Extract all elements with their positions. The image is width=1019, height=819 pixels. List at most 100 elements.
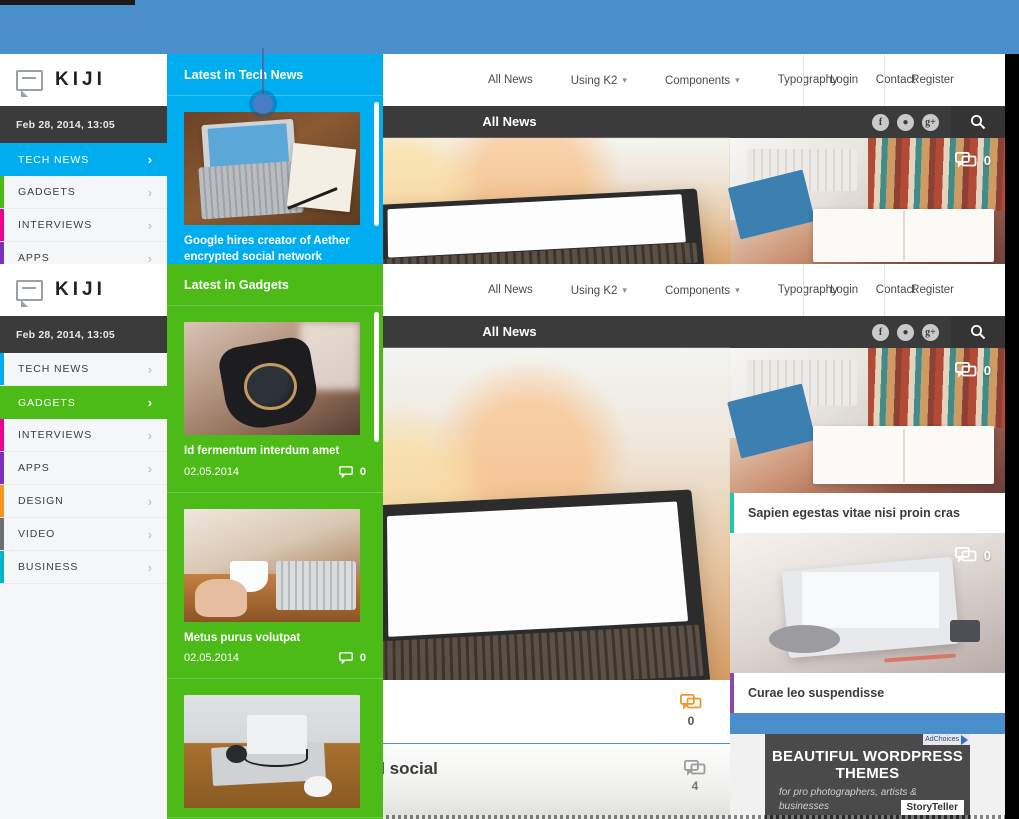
comment-count: 0: [983, 153, 991, 168]
sidebar-item-video[interactable]: VIDEO ›: [0, 518, 167, 551]
chevron-right-icon: ›: [147, 493, 153, 509]
advertisement-area: AdChoices BEAUTIFUL WORDPRESS THEMES for…: [730, 734, 1005, 819]
google-plus-icon[interactable]: g+: [922, 323, 939, 341]
side-card-caption-2[interactable]: Sapien egestas vitae nisi proin cras: [730, 493, 1005, 533]
search-button[interactable]: [951, 106, 1005, 138]
article-title: Id fermentum interdum amet: [184, 445, 340, 457]
comment-count: 0: [687, 714, 695, 728]
sidebar-item-interviews[interactable]: INTERVIEWS ›: [0, 419, 167, 452]
chevron-down-icon: ▾: [735, 74, 740, 85]
side-card-image-2[interactable]: 0: [726, 348, 1005, 493]
chevron-down-icon: ▾: [735, 284, 740, 295]
nav-item-using-k2[interactable]: Using K2 ▾: [552, 264, 646, 317]
panel-scrollbar[interactable]: [374, 102, 379, 226]
sidebar-item-tech-news[interactable]: TECH NEWS ›: [0, 143, 167, 176]
megamenu-sidebar-1: KIJI Feb 28, 2014, 13:05 TECH NEWS › GAD…: [0, 54, 167, 275]
megamenu-tech-news: KIJI Feb 28, 2014, 13:05 TECH NEWS › GAD…: [0, 54, 383, 275]
chevron-right-icon: ›: [147, 217, 153, 233]
chevron-right-icon: ›: [147, 395, 153, 410]
sidebar-item-interviews[interactable]: INTERVIEWS ›: [0, 209, 167, 242]
sidebar-item-gadgets[interactable]: GADGETS ›: [0, 386, 167, 419]
pin-dot: [253, 94, 273, 114]
megamenu-panel-tech-news: Latest in Tech News Google hires creator…: [167, 54, 383, 270]
google-plus-icon[interactable]: g+: [922, 113, 939, 131]
register-link[interactable]: Register: [884, 264, 980, 316]
category-label: GADGETS: [18, 396, 76, 409]
category-color-stripe: [0, 176, 4, 208]
sidebar-item-tech-news[interactable]: TECH NEWS ›: [0, 353, 167, 386]
nav-item-all-news[interactable]: All News: [469, 54, 552, 106]
chevron-right-icon: ›: [147, 152, 153, 167]
chevron-down-icon: ▾: [622, 74, 627, 85]
sidebar-item-apps[interactable]: APPS ›: [0, 452, 167, 485]
article-date: 02.05.2014: [184, 652, 240, 665]
adchoices-label: AdChoices: [925, 736, 959, 743]
twitter-icon[interactable]: ●: [897, 113, 914, 131]
adchoices-badge[interactable]: AdChoices: [923, 734, 970, 745]
article-meta: 02.05.2014 0: [184, 652, 366, 678]
category-color-stripe: [0, 452, 4, 484]
sidebar-item-business[interactable]: BUSINESS ›: [0, 551, 167, 584]
chevron-right-icon: ›: [147, 184, 153, 200]
nav-item-all-news[interactable]: All News: [469, 264, 552, 316]
sidebar-item-gadgets[interactable]: GADGETS ›: [0, 176, 167, 209]
page-frame-right: [1005, 54, 1019, 819]
comment-count: 0: [983, 363, 991, 378]
ad-logo: StoryTeller: [900, 800, 964, 815]
category-label: INTERVIEWS: [18, 219, 93, 231]
article-thumbnail: [184, 112, 360, 225]
panel-article[interactable]: Id fermentum interdum amet 02.05.2014 0: [167, 306, 383, 493]
laptop-graphic: [371, 489, 711, 698]
accent-bar: [730, 673, 734, 713]
comment-icon: [680, 694, 702, 710]
megamenu-panel-gadgets: Latest in Gadgets Id fermentum interdum …: [167, 264, 383, 819]
chevron-right-icon: ›: [147, 526, 153, 542]
register-link[interactable]: Register: [884, 54, 980, 106]
side-card-image-3[interactable]: 0: [730, 533, 1005, 673]
category-color-stripe: [0, 419, 4, 451]
comment-icon: [338, 465, 353, 478]
nav-item-components[interactable]: Components ▾: [646, 264, 759, 317]
category-label: BUSINESS: [18, 561, 79, 573]
hero-side-column: 0: [727, 138, 1005, 270]
speech-bubble-icon: [16, 69, 43, 97]
panel-article[interactable]: [167, 679, 383, 819]
category-color-stripe: [0, 551, 4, 583]
megamenu-sidebar-2: KIJI Feb 28, 2014, 13:05 TECH NEWS › GAD…: [0, 264, 167, 819]
twitter-icon[interactable]: ●: [897, 323, 914, 341]
article-thumbnail: [184, 695, 360, 809]
facebook-icon[interactable]: f: [872, 323, 889, 341]
featured-comment-badge: 4: [684, 760, 706, 793]
nav-item-components[interactable]: Components ▾: [646, 54, 759, 107]
side-card-image-1[interactable]: 0: [727, 138, 1005, 270]
panel-scrollbar[interactable]: [374, 312, 379, 442]
side-card-title: Curae leo suspendisse: [748, 686, 885, 700]
nav-item-using-k2[interactable]: Using K2 ▾: [552, 54, 646, 107]
comment-count: 0: [983, 548, 991, 563]
comment-count: 0: [359, 652, 366, 665]
panel-article[interactable]: Metus purus volutpat 02.05.2014 0: [167, 493, 383, 680]
search-button-2[interactable]: [951, 316, 1005, 348]
comment-badge-main: 0: [680, 694, 702, 728]
login-link[interactable]: Login: [803, 54, 884, 106]
hero-side-column-2: 0 Sapien egestas vitae nisi proin cras 0: [726, 348, 1005, 758]
pin-stem: [262, 48, 264, 98]
brand-name: KIJI: [55, 69, 106, 90]
facebook-icon[interactable]: f: [872, 113, 889, 131]
comment-icon: [954, 362, 977, 378]
chevron-right-icon: ›: [147, 559, 153, 575]
screenshot-root: KIJI All News Using K2▾ Components▾ Typo…: [0, 0, 1019, 819]
brand-logo-menu-1[interactable]: KIJI: [0, 54, 167, 106]
panel-article[interactable]: Google hires creator of Aether encrypted…: [167, 96, 383, 267]
sidebar-item-design[interactable]: DESIGN ›: [0, 485, 167, 518]
side-card-caption-3[interactable]: Curae leo suspendisse: [730, 673, 1005, 713]
login-link[interactable]: Login: [803, 264, 884, 316]
comment-icon: [684, 760, 706, 776]
comment-badge: 0: [338, 465, 366, 478]
brand-logo-menu-2[interactable]: KIJI: [0, 264, 167, 316]
article-thumbnail: [184, 508, 360, 622]
ad-banner[interactable]: AdChoices BEAUTIFUL WORDPRESS THEMES for…: [765, 734, 970, 819]
category-label: APPS: [18, 252, 50, 264]
auth-nav: Login Register: [803, 54, 980, 106]
comment-count: 0: [359, 465, 366, 478]
